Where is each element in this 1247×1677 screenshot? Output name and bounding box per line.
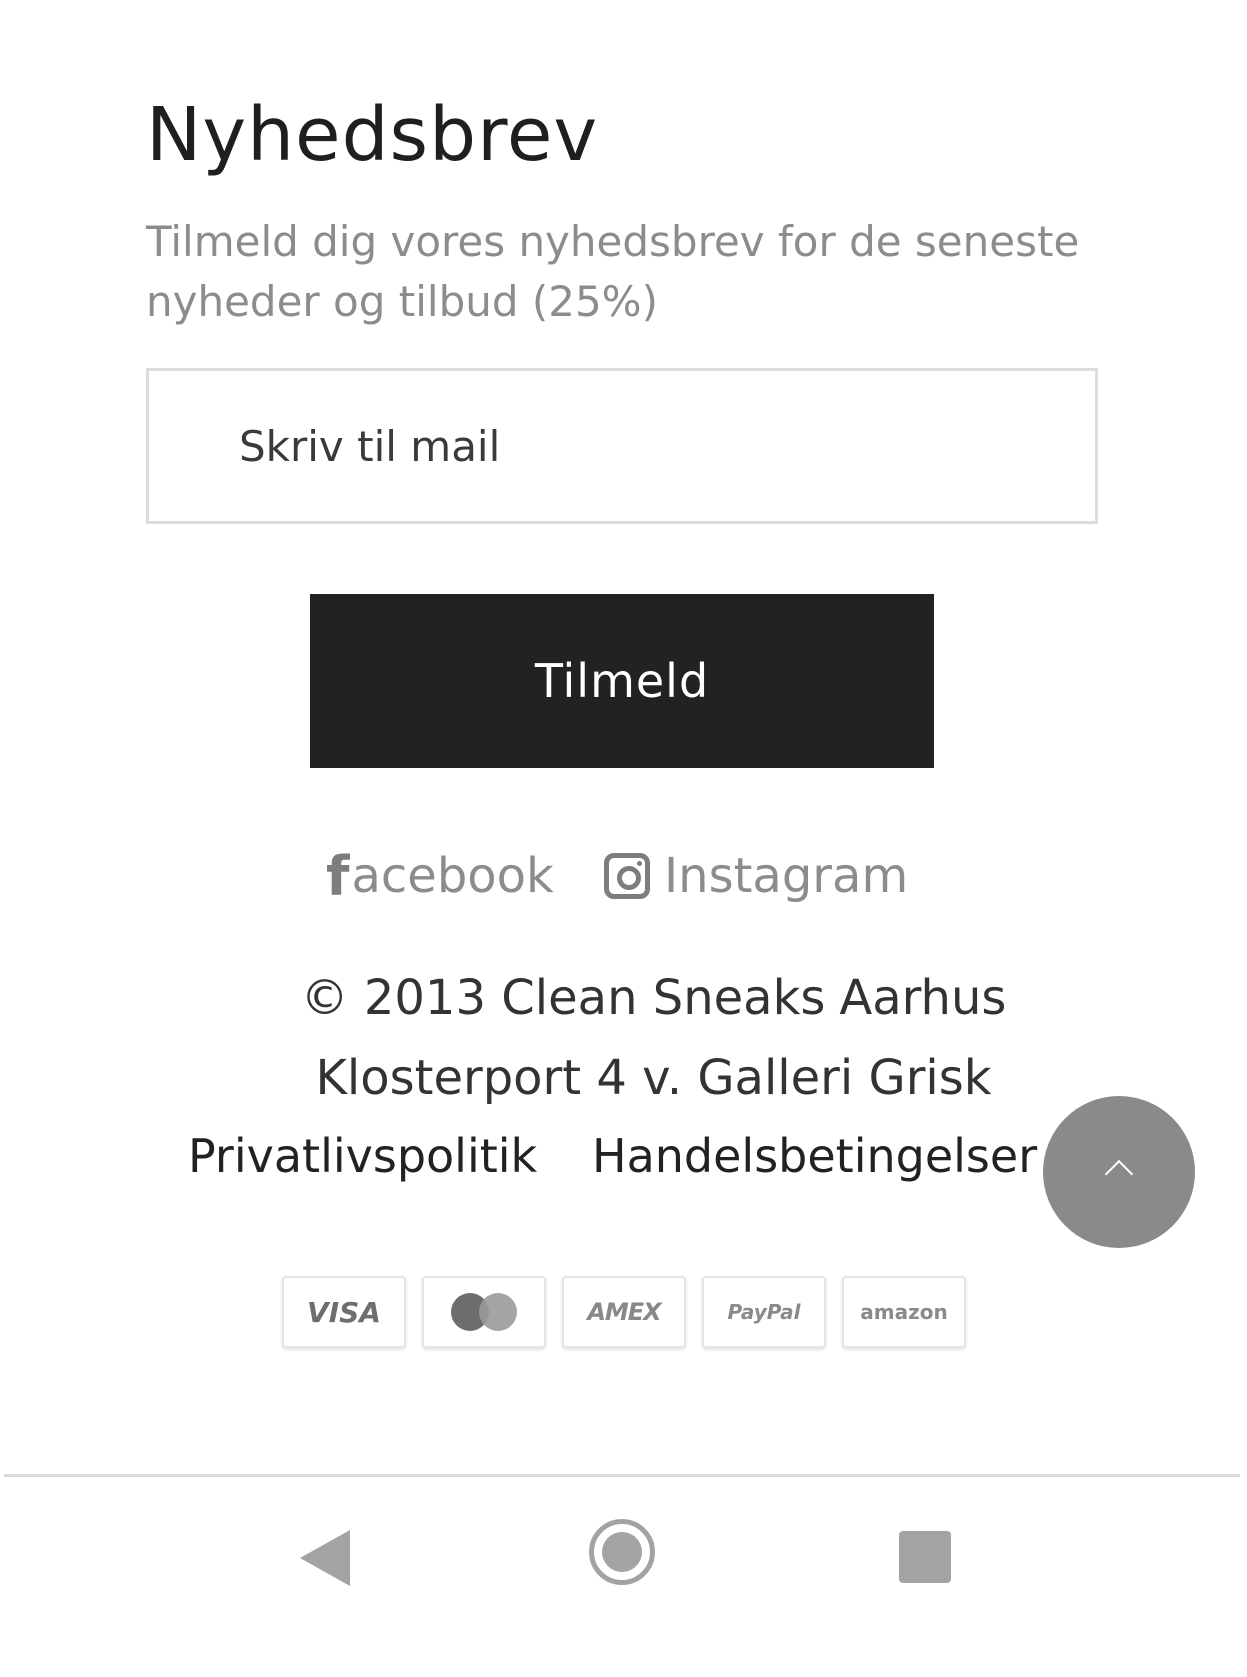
city-text: Aarhus bbox=[839, 970, 1007, 1026]
visa-logo: VISA bbox=[282, 1276, 406, 1348]
subscribe-button[interactable]: Tilmeld bbox=[310, 594, 934, 768]
mastercard-logo bbox=[422, 1276, 546, 1348]
email-input[interactable] bbox=[149, 371, 1095, 521]
copyright-row: © 2013 Clean Sneaks Aarhus bbox=[0, 966, 1247, 1030]
newsletter-title: Nyhedsbrev bbox=[146, 92, 599, 178]
payment-methods: VISA AMEX PayPal amazon bbox=[282, 1276, 966, 1348]
system-navigation-bar bbox=[0, 1477, 1247, 1677]
recents-square-icon[interactable] bbox=[899, 1531, 951, 1583]
privacy-policy-link[interactable]: Privatlivspolitik bbox=[188, 1124, 537, 1188]
mastercard-circles-icon bbox=[451, 1293, 517, 1331]
newsletter-description: Tilmeld dig vores nyhedsbrev for de sene… bbox=[146, 217, 1080, 326]
instagram-icon bbox=[604, 853, 650, 899]
email-field-container bbox=[146, 368, 1098, 524]
facebook-label: acebook bbox=[351, 848, 554, 904]
amazon-logo: amazon bbox=[842, 1276, 966, 1348]
copyright-text: © 2013 Clean Sneaks bbox=[300, 970, 826, 1026]
facebook-link[interactable]: f acebook bbox=[326, 844, 554, 908]
terms-link[interactable]: Handelsbetingelser bbox=[592, 1124, 1037, 1188]
instagram-label: Instagram bbox=[664, 848, 909, 904]
back-triangle-icon[interactable] bbox=[300, 1530, 350, 1586]
store-address: Klosterport 4 v. Galleri Grisk bbox=[315, 1050, 992, 1106]
facebook-icon: f bbox=[326, 844, 350, 908]
amex-logo: AMEX bbox=[562, 1276, 686, 1348]
scroll-to-top-button[interactable] bbox=[1043, 1096, 1195, 1248]
instagram-link[interactable]: Instagram bbox=[604, 846, 908, 906]
paypal-logo: PayPal bbox=[702, 1276, 826, 1348]
home-circle-icon[interactable] bbox=[589, 1519, 655, 1585]
